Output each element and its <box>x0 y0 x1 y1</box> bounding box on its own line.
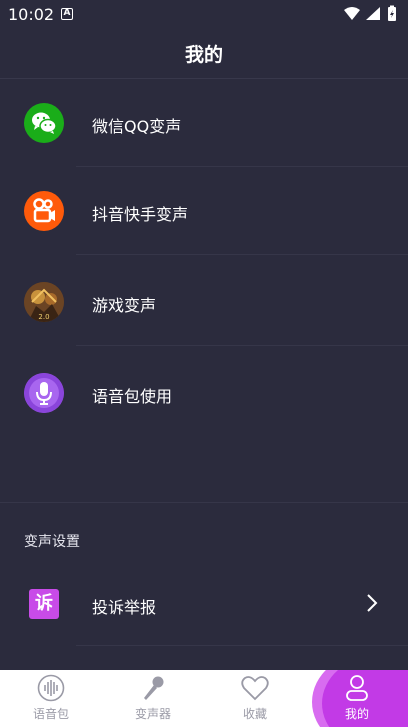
kuaishou-icon <box>24 191 64 231</box>
wechat-icon <box>24 103 64 143</box>
status-time: 10:02 <box>8 5 55 24</box>
svg-text:2.0: 2.0 <box>38 313 49 321</box>
tab-favorites[interactable]: 收藏 <box>204 670 306 727</box>
menu-item-label: 抖音快手变声 <box>92 205 189 224</box>
setting-item-label: 投诉举报 <box>92 598 157 617</box>
tab-label: 收藏 <box>242 707 267 721</box>
section-title: 变声设置 <box>24 534 80 550</box>
divider <box>76 254 408 255</box>
microphone-icon <box>24 373 64 413</box>
page-header: 我的 <box>0 28 408 78</box>
status-bar: 10:02 A <box>0 0 408 28</box>
tab-label: 变声器 <box>134 707 171 721</box>
notification-icon: A <box>61 8 73 20</box>
screen: 10:02 A 我的 微信QQ变声 抖音快手变声 2.0 游戏变声 语音包使用 … <box>0 0 408 727</box>
game-avatar-icon: 2.0 <box>24 282 64 322</box>
menu-item-wechat-qq[interactable]: 微信QQ变声 <box>0 79 408 167</box>
tab-label: 我的 <box>344 707 369 721</box>
person-icon <box>346 675 368 701</box>
bottom-tab-bar: 语音包 变声器 收藏 我的 <box>0 670 408 727</box>
menu-item-voice-pack[interactable]: 语音包使用 <box>0 349 408 437</box>
wifi-icon <box>344 7 360 20</box>
complaint-icon: 诉 <box>29 589 59 619</box>
menu-item-douyin-kuaishou[interactable]: 抖音快手变声 <box>0 167 408 255</box>
page-title: 我的 <box>184 44 223 66</box>
divider <box>76 345 408 346</box>
tab-voice-changer[interactable]: 变声器 <box>102 670 204 727</box>
tab-label: 语音包 <box>32 707 69 721</box>
soundwave-icon <box>37 674 65 702</box>
divider <box>76 645 408 646</box>
status-icons <box>344 5 396 21</box>
menu-item-label: 游戏变声 <box>92 296 157 315</box>
microphone-icon <box>144 676 164 700</box>
menu-item-label: 微信QQ变声 <box>92 117 182 136</box>
menu-item-label: 语音包使用 <box>92 387 173 406</box>
section-divider <box>0 502 408 503</box>
tab-mine[interactable]: 我的 <box>306 670 408 727</box>
tab-voice-pack[interactable]: 语音包 <box>0 670 102 727</box>
battery-icon <box>388 5 396 21</box>
signal-icon <box>366 7 380 20</box>
menu-item-game[interactable]: 2.0 游戏变声 <box>0 258 408 346</box>
heart-icon <box>241 676 269 701</box>
setting-item-complaint[interactable]: 诉 投诉举报 <box>0 562 408 646</box>
chevron-right-icon <box>367 594 378 612</box>
